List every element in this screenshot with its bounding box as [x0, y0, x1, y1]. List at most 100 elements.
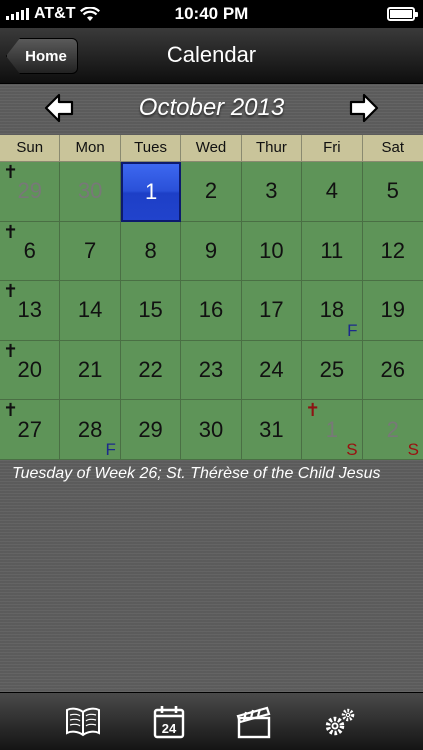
day-cell[interactable]: 7 — [60, 221, 121, 282]
day-cell[interactable]: 24 — [241, 340, 303, 401]
cross-icon: ✝ — [3, 340, 19, 361]
book-icon — [65, 707, 100, 736]
tab-readings[interactable] — [63, 702, 103, 742]
day-number: 21 — [77, 357, 103, 383]
day-cell[interactable]: 2S — [362, 400, 423, 460]
cross-icon: ✝ — [3, 400, 19, 421]
navigation-bar: Home Calendar — [0, 28, 423, 84]
day-cell[interactable]: 30 — [181, 400, 242, 460]
tab-media[interactable] — [234, 702, 274, 742]
day-number: 3 — [265, 178, 278, 204]
day-cell[interactable]: 30 — [60, 162, 121, 222]
day-cell[interactable]: 10 — [241, 221, 303, 282]
tab-calendar[interactable]: 24 — [149, 702, 189, 742]
weekday-sat: Sat — [362, 135, 423, 162]
day-number: 17 — [259, 297, 284, 323]
day-number: 14 — [77, 297, 103, 323]
gears-icon — [325, 708, 355, 735]
day-cell[interactable]: 23 — [181, 340, 242, 401]
day-cell[interactable]: 11 — [302, 221, 363, 282]
day-badge: S — [407, 439, 419, 459]
page-title: Calendar — [166, 42, 257, 67]
day-number: 25 — [319, 357, 345, 383]
day-cell[interactable]: 28 F — [60, 400, 121, 460]
day-badge: F — [105, 439, 116, 459]
day-number: 20 — [17, 357, 42, 383]
day-number: 30 — [77, 178, 103, 204]
day-number: 15 — [138, 297, 163, 323]
day-cell[interactable]: 5 — [362, 162, 423, 222]
day-cell[interactable]: 8 — [120, 221, 182, 282]
day-number: 2 — [204, 178, 218, 204]
day-cell[interactable]: 3 — [241, 162, 303, 222]
day-number: 9 — [204, 237, 218, 263]
day-number: 22 — [138, 357, 163, 383]
day-number: 26 — [380, 357, 406, 383]
day-cell[interactable]: 16 — [181, 281, 242, 341]
day-cell[interactable]: 22 — [120, 340, 182, 401]
battery-icon — [387, 7, 418, 21]
tab-settings[interactable] — [320, 702, 360, 742]
day-number: 29 — [17, 178, 42, 204]
day-number: 24 — [259, 357, 284, 383]
day-cell[interactable]: ✝ 27 — [0, 400, 61, 460]
cross-icon: ✝ — [3, 221, 19, 242]
day-number: 29 — [138, 416, 163, 442]
day-cell[interactable]: 18 F — [302, 281, 363, 341]
day-number: 1 — [325, 416, 338, 442]
day-number: 12 — [380, 237, 406, 263]
day-number: 23 — [198, 357, 224, 383]
weekday-thur: Thur — [241, 135, 303, 162]
day-cell[interactable]: 31 — [241, 400, 303, 460]
weekday-mon: Mon — [60, 135, 121, 162]
day-number: 18 — [319, 297, 345, 323]
day-number: 10 — [259, 237, 284, 263]
day-cell[interactable]: ✝ 29 — [0, 162, 61, 222]
day-badge: S — [346, 439, 358, 459]
day-cell[interactable]: 25 — [302, 340, 363, 401]
weekday-header-row: Sun Mon Tues Wed Thur Fri Sat — [0, 135, 423, 162]
month-header: October 2013 — [0, 84, 423, 134]
day-cell[interactable]: 9 — [181, 221, 242, 282]
tab-bar: 24 — [0, 692, 423, 750]
day-number: 4 — [325, 178, 338, 204]
day-number: 8 — [144, 237, 157, 263]
day-number: 5 — [386, 178, 399, 204]
weekday-wed: Wed — [181, 135, 242, 162]
clapperboard-icon — [236, 706, 271, 738]
day-number: 31 — [259, 416, 284, 442]
day-cell-selected[interactable]: 1 — [120, 162, 182, 222]
day-cell[interactable]: 17 — [241, 281, 303, 341]
day-cell[interactable]: 21 — [60, 340, 121, 401]
weekday-sun: Sun — [0, 135, 61, 162]
calendar-24-icon: 24 — [153, 705, 184, 738]
day-number: 16 — [198, 297, 224, 323]
calendar-icon-number: 24 — [161, 721, 176, 736]
day-cell[interactable]: 4 — [302, 162, 363, 222]
day-cell[interactable]: ✝ 13 — [0, 281, 61, 341]
cross-icon: ✝ — [3, 162, 19, 182]
day-cell[interactable]: 26 — [362, 340, 423, 401]
day-cell[interactable]: 19 — [362, 281, 423, 341]
day-number: 27 — [17, 416, 42, 442]
day-number: 1 — [144, 178, 158, 204]
status-time: 10:40 PM — [174, 4, 249, 23]
status-bar: AT&T 10:40 PM — [0, 0, 423, 28]
calendar-view: October 2013 Sun Mon Tues Wed Thur Fri Sat ✝ 29… — [0, 84, 423, 692]
day-cell[interactable]: ✝ 20 — [0, 340, 61, 401]
day-cell[interactable]: 12 — [362, 221, 423, 282]
day-cell[interactable]: 2 — [181, 162, 242, 222]
day-cell[interactable]: ✝ 1 S — [302, 400, 363, 460]
next-month-arrow-icon[interactable] — [349, 93, 379, 123]
day-badge: F — [347, 320, 358, 340]
day-number: 19 — [380, 297, 406, 323]
day-number: 13 — [17, 297, 42, 323]
weekday-tues: Tues — [120, 135, 182, 162]
day-cell[interactable]: 14 — [60, 281, 121, 341]
day-cell[interactable]: ✝ 6 — [0, 221, 61, 282]
day-number: 11 — [320, 237, 344, 263]
day-number: 7 — [84, 237, 97, 263]
day-cell[interactable]: 15 — [120, 281, 182, 341]
cross-icon: ✝ — [305, 400, 321, 421]
day-cell[interactable]: 29 — [120, 400, 182, 460]
